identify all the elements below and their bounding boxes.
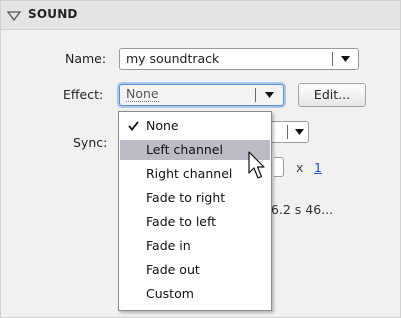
sound-info-text: 66.2 s 46... xyxy=(263,202,334,217)
repeat-times-label: x xyxy=(296,160,304,175)
menu-item-none[interactable]: None xyxy=(120,116,270,136)
effect-combobox-separator xyxy=(255,88,256,102)
menu-item-custom[interactable]: Custom xyxy=(120,284,270,304)
menu-item-label: Fade out xyxy=(146,262,200,277)
menu-item-label: Custom xyxy=(146,286,194,301)
menu-item-label: Right channel xyxy=(146,166,233,181)
menu-item-fade-to-left[interactable]: Fade to left xyxy=(120,212,270,232)
effect-combobox[interactable]: None xyxy=(119,84,284,106)
menu-item-label: Left channel xyxy=(146,142,223,157)
menu-item-label: Fade in xyxy=(146,238,191,253)
menu-item-fade-to-right[interactable]: Fade to right xyxy=(120,188,270,208)
effect-value: None xyxy=(126,86,159,102)
repeat-count-link[interactable]: 1 xyxy=(314,160,322,175)
sound-section-header[interactable]: SOUND xyxy=(1,1,400,30)
checkmark-icon xyxy=(128,121,139,131)
effect-dropdown-menu: None Left channel Right channel Fade to … xyxy=(118,111,272,311)
chevron-down-icon[interactable] xyxy=(265,92,274,98)
repeat-input[interactable] xyxy=(274,157,284,177)
section-title: SOUND xyxy=(28,7,78,21)
sync-label: Sync: xyxy=(73,135,108,150)
name-value: my soundtrack xyxy=(126,51,220,66)
menu-item-label: Fade to left xyxy=(146,214,217,229)
name-combobox[interactable]: my soundtrack xyxy=(119,48,359,70)
effect-label: Effect: xyxy=(63,87,104,102)
sync-combobox-separator xyxy=(287,125,288,139)
sound-panel: SOUND Name: my soundtrack Effect: None E… xyxy=(0,0,401,318)
menu-item-fade-out[interactable]: Fade out xyxy=(120,260,270,280)
menu-item-label: Fade to right xyxy=(146,190,226,205)
mouse-pointer-icon xyxy=(248,151,265,179)
menu-item-label: None xyxy=(146,118,179,133)
name-combobox-separator xyxy=(332,52,333,66)
name-label: Name: xyxy=(65,51,107,66)
menu-item-fade-in[interactable]: Fade in xyxy=(120,236,270,256)
edit-effect-button[interactable]: Edit... xyxy=(298,83,366,107)
collapse-triangle-icon[interactable] xyxy=(7,11,21,21)
chevron-down-icon[interactable] xyxy=(295,129,304,135)
chevron-down-icon[interactable] xyxy=(341,56,350,62)
